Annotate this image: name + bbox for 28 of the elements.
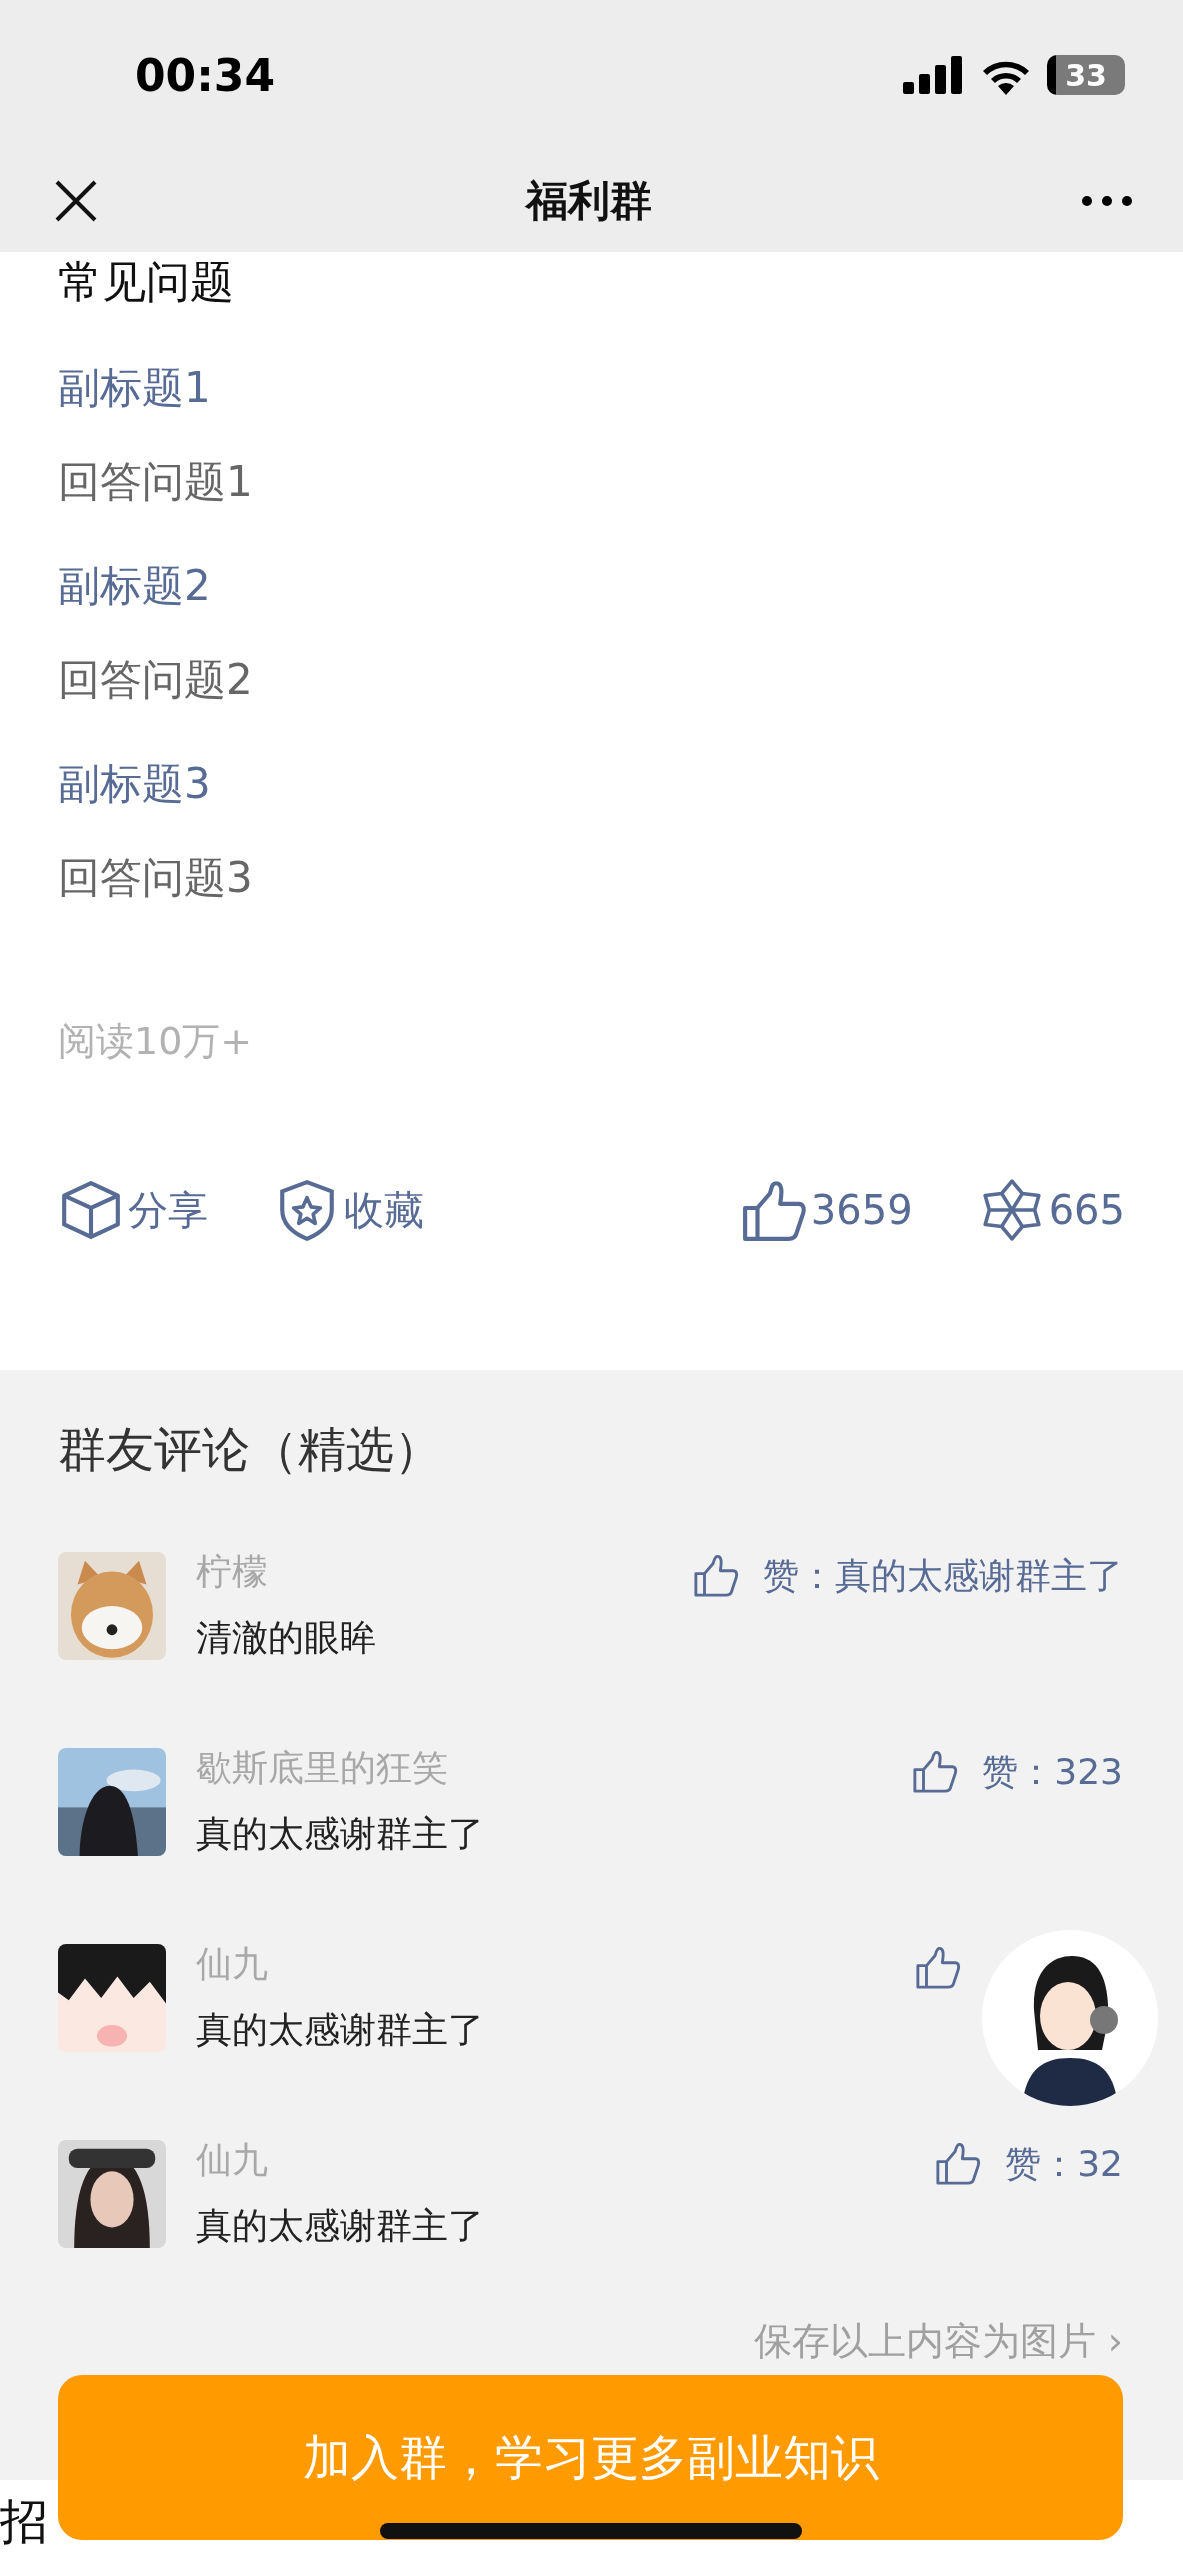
commenter-name: 仙九 [196, 1944, 269, 1984]
faq-subtitle: 副标题3 [58, 758, 212, 810]
comment-text: 清澈的眼眸 [196, 1616, 377, 1660]
section-heading: 常见问题 [58, 255, 235, 309]
read-count: 阅读10万+ [58, 1018, 254, 1065]
like-button[interactable]: 3659 [740, 1177, 913, 1243]
share-button[interactable]: 分享 [58, 1177, 208, 1243]
commenter-name: 仙九 [196, 2140, 269, 2180]
faq-subtitle: 副标题1 [58, 362, 212, 414]
nav-title: 福利群 [526, 175, 652, 227]
faq-subtitle: 副标题2 [58, 560, 212, 612]
faq-answer: 回答问题2 [58, 654, 254, 706]
comment-text: 真的太感谢群主了 [196, 2204, 485, 2248]
footer-text: 招 [0, 2492, 48, 2551]
comment-text: 真的太感谢群主了 [196, 2008, 485, 2052]
faq-answer: 回答问题3 [58, 852, 254, 904]
star-button[interactable]: 665 [978, 1177, 1125, 1243]
commenter-name: 柠檬 [196, 1552, 269, 1592]
like-button[interactable]: 赞：真的太感谢群主了 [693, 1552, 1123, 1602]
status-time: 00:34 [135, 49, 276, 101]
like-button[interactable]: 赞：32 [935, 2140, 1123, 2190]
comments-title: 群友评论（精选） [58, 1420, 443, 1479]
favorite-button[interactable]: 收藏 [274, 1177, 424, 1243]
battery-level: 33 [1047, 55, 1125, 95]
commenter-name: 歇斯底里的狂笑 [196, 1748, 449, 1788]
faq-answer: 回答问题1 [58, 456, 254, 508]
comment-text: 真的太感谢群主了 [196, 1812, 485, 1856]
like-button[interactable]: 赞：323 [912, 1748, 1123, 1798]
